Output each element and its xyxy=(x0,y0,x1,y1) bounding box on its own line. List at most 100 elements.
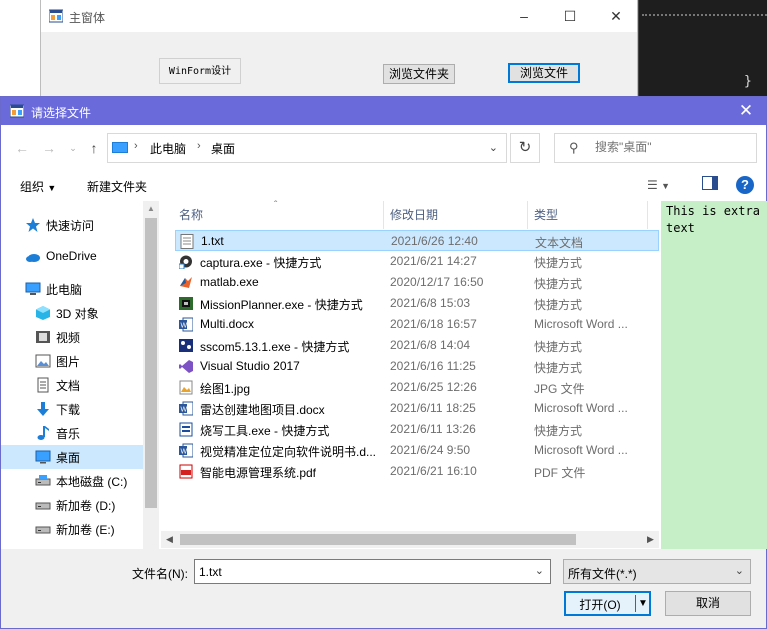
file-type: 快捷方式 xyxy=(534,340,583,354)
captura-shortcut-icon xyxy=(179,255,192,269)
file-date: 2021/6/26 12:40 xyxy=(391,234,478,248)
column-divider[interactable] xyxy=(647,201,648,229)
file-name: matlab.exe xyxy=(200,275,259,289)
file-type: Microsoft Word ... xyxy=(534,401,628,415)
command-bar: 组织 ▼ 新建文件夹 ☰ ▼ xyxy=(1,169,766,201)
forward-arrow-icon[interactable]: → xyxy=(38,137,60,159)
word-doc-icon: W xyxy=(179,317,193,332)
nav-item-this-pc[interactable]: 此电脑 xyxy=(1,277,143,301)
dialog-title: 请选择文件 xyxy=(31,106,92,120)
open-button[interactable]: 打开(O) ▼ xyxy=(564,591,651,616)
up-arrow-icon[interactable]: ↑ xyxy=(83,137,105,159)
file-name: Multi.docx xyxy=(200,317,255,331)
file-row[interactable]: 烧写工具.exe - 快捷方式 2021/6/11 13:26 快捷方式 xyxy=(175,419,659,440)
filename-combobox[interactable]: ⌄ xyxy=(194,559,551,584)
organize-menu[interactable]: 组织 ▼ xyxy=(20,178,56,195)
scroll-up-arrow-icon[interactable]: ▲ xyxy=(143,201,159,217)
scroll-left-arrow-icon[interactable]: ◀ xyxy=(161,531,178,548)
nav-item-pictures[interactable]: 图片 xyxy=(11,349,153,373)
view-options-icon[interactable]: ☰ ▼ xyxy=(647,178,670,192)
navigation-pane-scrollbar[interactable]: ▲ xyxy=(143,201,159,549)
scrollbar-thumb[interactable] xyxy=(180,534,576,545)
nav-item-label: 文档 xyxy=(56,379,81,393)
close-main-button[interactable]: ✕ xyxy=(593,0,639,32)
code-brace: } xyxy=(744,74,752,89)
scroll-right-arrow-icon[interactable]: ▶ xyxy=(642,531,659,548)
nav-item-drive-e[interactable]: 新加卷 (E:) xyxy=(11,517,153,541)
preview-text: This is extra text xyxy=(666,204,760,235)
help-icon[interactable]: ? xyxy=(736,176,754,194)
file-row[interactable]: sscom5.13.1.exe - 快捷方式 2021/6/8 14:04 快捷… xyxy=(175,335,659,356)
nav-item-videos[interactable]: 视频 xyxy=(11,325,153,349)
filename-input[interactable] xyxy=(199,565,519,579)
scrollbar-thumb[interactable] xyxy=(145,218,157,508)
back-arrow-icon[interactable]: ← xyxy=(11,137,33,159)
minimize-button[interactable]: – xyxy=(501,0,547,32)
address-bar[interactable]: › 此电脑 › 桌面 ⌄ xyxy=(107,133,507,163)
search-box[interactable]: ⚲ xyxy=(554,133,757,163)
nav-item-documents[interactable]: 文档 xyxy=(11,373,153,397)
nav-item-desktop[interactable]: 桌面 xyxy=(1,445,143,469)
nav-item-label: 图片 xyxy=(56,355,81,369)
file-list-horizontal-scrollbar[interactable]: ◀ ▶ xyxy=(161,531,659,548)
file-type: Microsoft Word ... xyxy=(534,443,628,457)
refresh-icon[interactable]: ↻ xyxy=(510,133,540,163)
nav-item-label: 本地磁盘 (C:) xyxy=(56,475,128,489)
address-dropdown-icon[interactable]: ⌄ xyxy=(489,141,498,154)
file-row[interactable]: 智能电源管理系统.pdf 2021/6/21 16:10 PDF 文件 xyxy=(175,461,659,482)
dialog-close-button[interactable]: ✕ xyxy=(732,99,760,123)
new-folder-button[interactable]: 新建文件夹 xyxy=(87,178,147,195)
file-row[interactable]: 绘图1.jpg 2021/6/25 12:26 JPG 文件 xyxy=(175,377,659,398)
file-date: 2021/6/16 11:25 xyxy=(390,359,476,373)
nav-item-label: 新加卷 (E:) xyxy=(56,523,115,537)
nav-item-3d-objects[interactable]: 3D 对象 xyxy=(11,301,153,325)
open-dropdown-icon[interactable]: ▼ xyxy=(637,594,649,613)
file-date: 2021/6/18 16:57 xyxy=(390,317,477,331)
browse-file-button[interactable]: 浏览文件 xyxy=(508,63,580,83)
breadcrumb-desktop[interactable]: 桌面 xyxy=(211,140,235,157)
file-row[interactable]: W 视觉精准定位定向软件说明书.d... 2021/6/24 9:50 Micr… xyxy=(175,440,659,461)
file-type: 快捷方式 xyxy=(534,277,583,291)
file-name: 雷达创建地图项目.docx xyxy=(200,403,325,417)
file-row[interactable]: W Multi.docx 2021/6/18 16:57 Microsoft W… xyxy=(175,314,659,335)
preview-pane-icon[interactable] xyxy=(702,176,718,193)
filetype-select[interactable]: 所有文件(*.*) ⌄ xyxy=(563,559,751,584)
file-date: 2021/6/24 9:50 xyxy=(390,443,471,457)
desktop-icon xyxy=(35,450,51,464)
open-button-label: 打开(O) xyxy=(579,598,621,612)
browse-folder-button[interactable]: 浏览文件夹 xyxy=(383,64,455,84)
file-row[interactable]: 1.txt 2021/6/26 12:40 文本文档 xyxy=(175,230,659,251)
file-date: 2021/6/21 14:27 xyxy=(390,254,477,268)
file-row[interactable]: captura.exe - 快捷方式 2021/6/21 14:27 快捷方式 xyxy=(175,251,659,272)
nav-item-onedrive[interactable]: OneDrive xyxy=(1,245,143,269)
open-file-dialog: 请选择文件 ✕ ← → ⌄ ↑ › 此电脑 › 桌面 ⌄ ↻ ⚲ 组织 ▼ 新建… xyxy=(0,96,767,629)
column-divider[interactable] xyxy=(383,201,384,229)
nav-item-drive-c[interactable]: 本地磁盘 (C:) xyxy=(11,469,153,493)
search-input[interactable] xyxy=(595,140,745,154)
breadcrumb-chevron-icon[interactable]: › xyxy=(134,140,138,152)
split-divider xyxy=(635,595,636,612)
file-row[interactable]: MissionPlanner.exe - 快捷方式 2021/6/8 15:03… xyxy=(175,293,659,314)
this-pc-icon xyxy=(25,282,41,295)
matlab-icon xyxy=(180,277,192,288)
file-type: 快捷方式 xyxy=(534,256,583,270)
nav-item-quick-access[interactable]: 快速访问 xyxy=(1,213,143,237)
nav-item-downloads[interactable]: 下载 xyxy=(11,397,153,421)
maximize-button[interactable]: ☐ xyxy=(547,0,593,32)
file-date: 2021/6/8 14:04 xyxy=(390,338,471,352)
file-type: PDF 文件 xyxy=(534,466,586,480)
column-header-name[interactable]: 名称 xyxy=(179,201,203,229)
breadcrumb-this-pc[interactable]: 此电脑 xyxy=(150,140,186,157)
breadcrumb-chevron-icon[interactable]: › xyxy=(197,140,201,152)
cancel-button[interactable]: 取消 xyxy=(665,591,751,616)
file-row[interactable]: Visual Studio 2017 2021/6/16 11:25 快捷方式 xyxy=(175,356,659,377)
column-header-date[interactable]: 修改日期 xyxy=(390,201,438,229)
nav-item-drive-d[interactable]: 新加卷 (D:) xyxy=(11,493,153,517)
column-divider[interactable] xyxy=(527,201,528,229)
file-row[interactable]: W 雷达创建地图项目.docx 2021/6/11 18:25 Microsof… xyxy=(175,398,659,419)
filename-dropdown-icon[interactable]: ⌄ xyxy=(535,564,544,577)
column-header-type[interactable]: 类型 xyxy=(534,201,558,229)
nav-item-music[interactable]: 音乐 xyxy=(11,421,153,445)
recent-locations-chevron-icon[interactable]: ⌄ xyxy=(62,137,84,159)
file-row[interactable]: matlab.exe 2020/12/17 16:50 快捷方式 xyxy=(175,272,659,293)
